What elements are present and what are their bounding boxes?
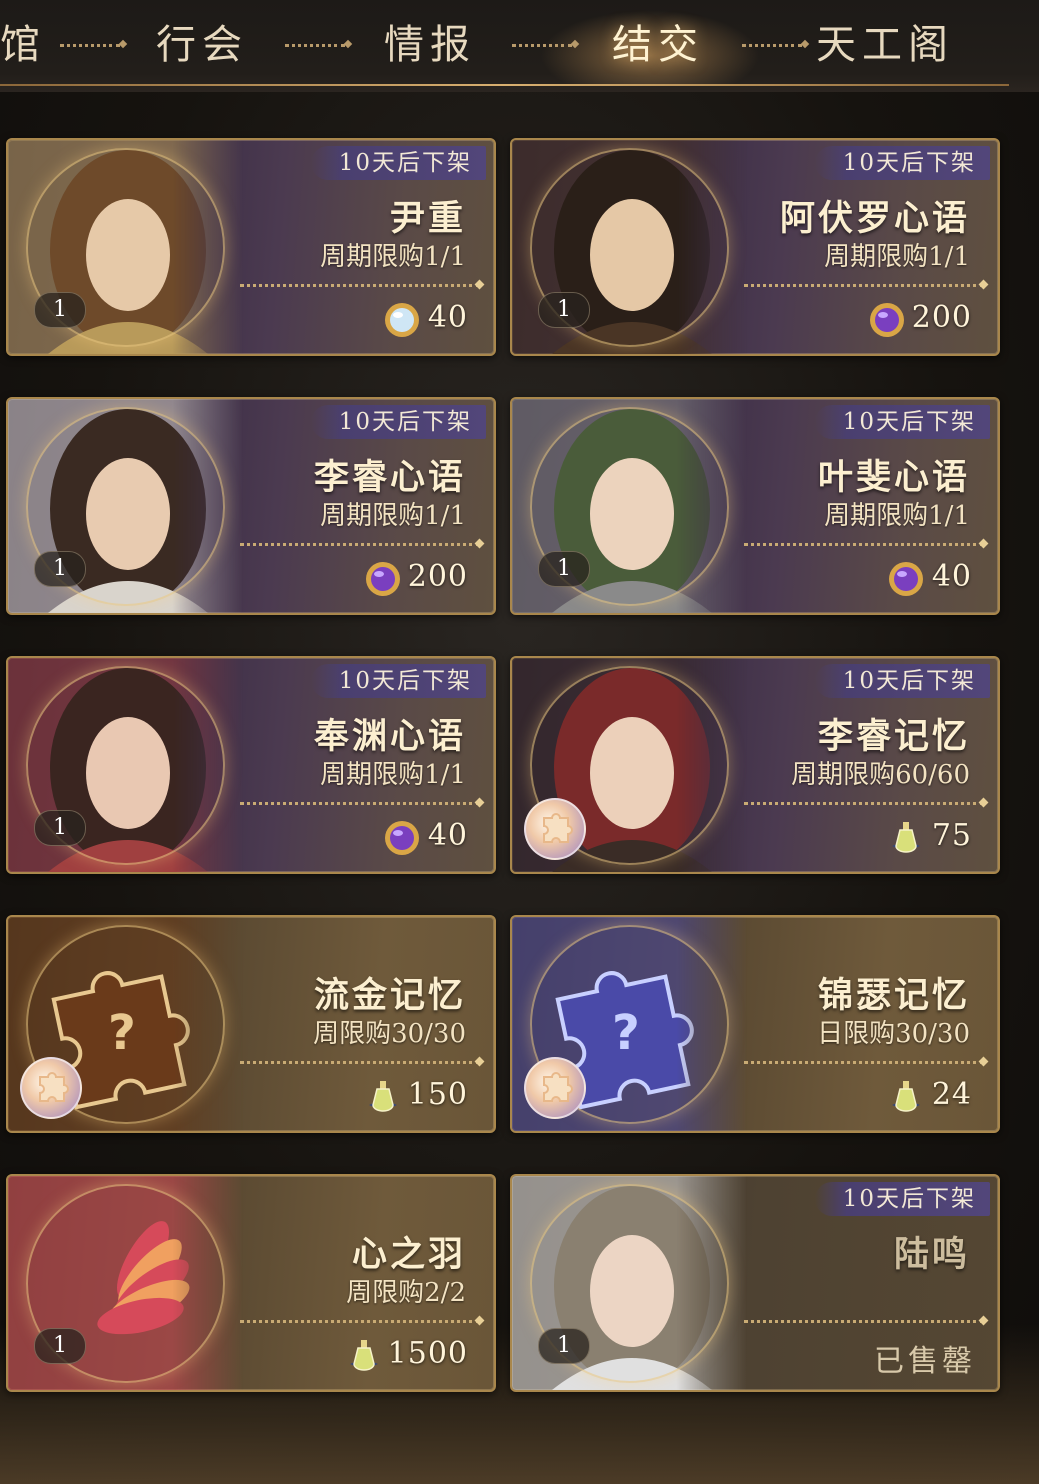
quantity-badge: 1 (538, 551, 590, 587)
potion-icon (363, 1077, 403, 1117)
shop-card[interactable]: 心之羽 周限购2/2 1500 1 (6, 1174, 496, 1392)
card-title: 李睿心语 (313, 457, 466, 498)
shop-card[interactable]: 10天后下架阿伏罗心语 周期限购1/1 200 1 (510, 138, 1000, 356)
quantity-badge: 1 (538, 292, 590, 328)
dotted-divider (744, 1061, 984, 1064)
potion-icon (344, 1336, 384, 1376)
tab-separator (60, 44, 120, 49)
card-title: 叶斐心语 (817, 457, 970, 498)
sold-out-label: 已售罄 (874, 1344, 976, 1379)
tab-tiangongge[interactable]: 天工阁 (816, 16, 954, 74)
expiry-badge: 10天后下架 (310, 405, 486, 439)
purple-gem-icon (382, 818, 422, 858)
tab-jiejiao[interactable]: 结交 (612, 16, 704, 74)
quantity-badge: 1 (34, 810, 86, 846)
tab-separator (285, 44, 345, 49)
dotted-divider (240, 1320, 480, 1323)
dotted-divider (240, 284, 480, 287)
dotted-divider (240, 802, 480, 805)
purchase-limit: 日限购30/30 (817, 1019, 970, 1049)
card-title: 心之羽 (351, 1234, 466, 1275)
card-title: 流金记忆 (313, 975, 466, 1016)
price-value: 200 (911, 300, 972, 335)
shop-card[interactable]: 10天后下架李睿心语 周期限购1/1 200 1 (6, 397, 496, 615)
purchase-limit: 周期限购1/1 (320, 242, 466, 272)
expiry-badge: 10天后下架 (310, 664, 486, 698)
tab-bar: 馆 行会 情报 结交 天工阁 (0, 0, 1039, 92)
tab-separator (512, 44, 572, 49)
expiry-badge: 10天后下架 (310, 146, 486, 180)
dotted-divider (744, 802, 984, 805)
quantity-badge: 1 (538, 1328, 590, 1364)
purchase-limit: 周限购30/30 (313, 1019, 466, 1049)
expiry-badge: 10天后下架 (814, 405, 990, 439)
shop-card[interactable]: ? 锦瑟记忆 日限购30/30 24 (510, 915, 1000, 1133)
tab-separator (742, 44, 802, 49)
shop-card[interactable]: 10天后下架陆鸣已售罄 1 (510, 1174, 1000, 1392)
price-value: 24 (931, 1077, 972, 1112)
price-value: 150 (407, 1077, 468, 1112)
price-value: 200 (407, 559, 468, 594)
price-value: 1500 (387, 1336, 468, 1371)
purchase-limit: 周期限购1/1 (824, 501, 970, 531)
expiry-badge: 10天后下架 (814, 664, 990, 698)
purchase-limit: 周期限购1/1 (320, 760, 466, 790)
purple-gem-icon (363, 559, 403, 599)
dotted-divider (744, 543, 984, 546)
price-value: 40 (931, 559, 972, 594)
card-title: 李睿记忆 (817, 716, 970, 757)
shop-card[interactable]: 10天后下架叶斐心语 周期限购1/1 40 1 (510, 397, 1000, 615)
quantity-badge: 1 (34, 1328, 86, 1364)
puzzle-piece-icon (20, 1057, 82, 1119)
quantity-badge: 1 (34, 551, 86, 587)
shop-card[interactable]: ? 流金记忆 周限购30/30 150 (6, 915, 496, 1133)
card-title: 尹重 (389, 198, 466, 239)
dotted-divider (240, 543, 480, 546)
card-title: 锦瑟记忆 (817, 975, 970, 1016)
shop-card[interactable]: 10天后下架尹重 周期限购1/1 40 1 (6, 138, 496, 356)
card-title: 陆鸣 (893, 1234, 970, 1275)
crystal-icon (382, 300, 422, 340)
tab-guan[interactable]: 馆 (0, 16, 46, 74)
purchase-limit: 周期限购60/60 (791, 760, 970, 790)
purchase-limit: 周期限购1/1 (320, 501, 466, 531)
potion-icon (886, 818, 926, 858)
tab-qingbao[interactable]: 情报 (384, 16, 476, 74)
shop-card[interactable]: 10天后下架李睿记忆 周期限购60/60 75 (510, 656, 1000, 874)
price-value: 40 (427, 300, 468, 335)
dotted-divider (240, 1061, 480, 1064)
card-title: 阿伏罗心语 (779, 198, 970, 239)
purple-gem-icon (867, 300, 907, 340)
purchase-limit: 周限购2/2 (346, 1278, 466, 1308)
shop-card[interactable]: 10天后下架奉渊心语 周期限购1/1 40 1 (6, 656, 496, 874)
potion-icon (886, 1077, 926, 1117)
quantity-badge: 1 (34, 292, 86, 328)
expiry-badge: 10天后下架 (814, 146, 990, 180)
tab-hanghui[interactable]: 行会 (156, 16, 248, 74)
expiry-badge: 10天后下架 (814, 1182, 990, 1216)
dotted-divider (744, 1320, 984, 1323)
puzzle-piece-icon (524, 1057, 586, 1119)
price-value: 40 (427, 818, 468, 853)
purchase-limit: 周期限购1/1 (824, 242, 970, 272)
dotted-divider (744, 284, 984, 287)
price-value: 75 (931, 818, 972, 853)
card-title: 奉渊心语 (313, 716, 466, 757)
puzzle-piece-icon (524, 798, 586, 860)
purple-gem-icon (886, 559, 926, 599)
tab-underline (0, 84, 1009, 86)
